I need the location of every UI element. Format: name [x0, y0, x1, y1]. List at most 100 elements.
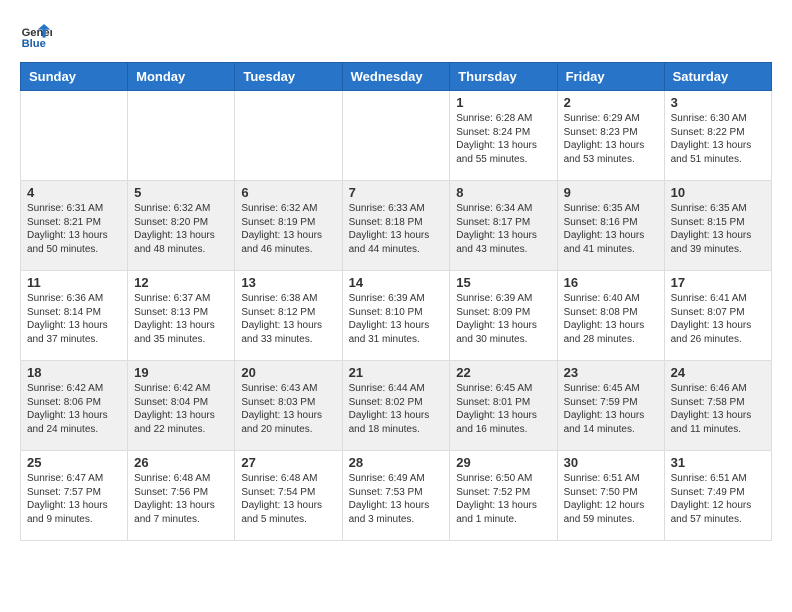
weekday-header-thursday: Thursday [450, 63, 557, 91]
calendar-cell: 2 Sunrise: 6:29 AM Sunset: 8:23 PM Daylig… [557, 91, 664, 181]
day-number: 23 [564, 365, 658, 380]
calendar-cell: 30 Sunrise: 6:51 AM Sunset: 7:50 PM Dayli… [557, 451, 664, 541]
calendar-cell: 25Sunrise: 6:47 AM Sunset: 7:57 PM Dayli… [21, 451, 128, 541]
weekday-header-row: SundayMondayTuesdayWednesdayThursdayFrid… [21, 63, 772, 91]
day-number: 21 [349, 365, 444, 380]
day-info: Sunrise: 6:30 AM Sunset: 8:22 PM Dayligh… [671, 112, 765, 166]
calendar-cell: 29 Sunrise: 6:50 AM Sunset: 7:52 PM Dayli… [450, 451, 557, 541]
calendar-cell [21, 91, 128, 181]
logo: General Blue [20, 20, 52, 52]
day-info: Sunrise: 6:43 AM Sunset: 8:03 PM Dayligh… [241, 382, 335, 436]
day-info: Sunrise: 6:41 AM Sunset: 8:07 PM Dayligh… [671, 292, 765, 346]
calendar-cell: 20 Sunrise: 6:43 AM Sunset: 8:03 PM Dayli… [235, 361, 342, 451]
day-info: Sunrise: 6:45 AM Sunset: 8:01 PM Dayligh… [456, 382, 550, 436]
day-number: 7 [349, 185, 444, 200]
page-header: General Blue [20, 20, 772, 52]
day-info: Sunrise: 6:49 AM Sunset: 7:53 PM Dayligh… [349, 472, 444, 526]
calendar-cell: 16 Sunrise: 6:40 AM Sunset: 8:08 PM Dayli… [557, 271, 664, 361]
weekday-header-saturday: Saturday [664, 63, 771, 91]
day-info: Sunrise: 6:29 AM Sunset: 8:23 PM Dayligh… [564, 112, 658, 166]
day-info: Sunrise: 6:45 AM Sunset: 7:59 PM Dayligh… [564, 382, 658, 436]
day-number: 30 [564, 455, 658, 470]
calendar-cell: 7 Sunrise: 6:33 AM Sunset: 8:18 PM Daylig… [342, 181, 450, 271]
day-number: 10 [671, 185, 765, 200]
day-info: Sunrise: 6:48 AM Sunset: 7:54 PM Dayligh… [241, 472, 335, 526]
calendar-cell [128, 91, 235, 181]
calendar-cell: 17 Sunrise: 6:41 AM Sunset: 8:07 PM Dayli… [664, 271, 771, 361]
calendar-cell: 27Sunrise: 6:48 AM Sunset: 7:54 PM Dayli… [235, 451, 342, 541]
calendar-cell: 10 Sunrise: 6:35 AM Sunset: 8:15 PM Dayli… [664, 181, 771, 271]
day-number: 2 [564, 95, 658, 110]
day-number: 13 [241, 275, 335, 290]
day-number: 4 [27, 185, 121, 200]
day-info: Sunrise: 6:39 AM Sunset: 8:09 PM Dayligh… [456, 292, 550, 346]
day-number: 3 [671, 95, 765, 110]
day-number: 19 [134, 365, 228, 380]
calendar-cell: 18 Sunrise: 6:42 AM Sunset: 8:06 PM Dayli… [21, 361, 128, 451]
weekday-header-tuesday: Tuesday [235, 63, 342, 91]
day-number: 6 [241, 185, 335, 200]
calendar-cell [342, 91, 450, 181]
day-number: 5 [134, 185, 228, 200]
day-info: Sunrise: 6:36 AM Sunset: 8:14 PM Dayligh… [27, 292, 121, 346]
calendar-row-2: 11 Sunrise: 6:36 AM Sunset: 8:14 PM Dayli… [21, 271, 772, 361]
day-info: Sunrise: 6:48 AM Sunset: 7:56 PM Dayligh… [134, 472, 228, 526]
day-number: 28 [349, 455, 444, 470]
calendar-cell [235, 91, 342, 181]
day-number: 29 [456, 455, 550, 470]
day-info: Sunrise: 6:33 AM Sunset: 8:18 PM Dayligh… [349, 202, 444, 256]
day-number: 1 [456, 95, 550, 110]
day-info: Sunrise: 6:35 AM Sunset: 8:16 PM Dayligh… [564, 202, 658, 256]
calendar-cell: 8Sunrise: 6:34 AM Sunset: 8:17 PM Daylig… [450, 181, 557, 271]
logo-icon: General Blue [20, 20, 52, 52]
calendar-cell: 5 Sunrise: 6:32 AM Sunset: 8:20 PM Daylig… [128, 181, 235, 271]
day-info: Sunrise: 6:42 AM Sunset: 8:06 PM Dayligh… [27, 382, 121, 436]
calendar-cell: 3 Sunrise: 6:30 AM Sunset: 8:22 PM Daylig… [664, 91, 771, 181]
day-number: 14 [349, 275, 444, 290]
calendar-cell: 26Sunrise: 6:48 AM Sunset: 7:56 PM Dayli… [128, 451, 235, 541]
day-number: 20 [241, 365, 335, 380]
day-info: Sunrise: 6:51 AM Sunset: 7:49 PM Dayligh… [671, 472, 765, 526]
calendar-cell: 23 Sunrise: 6:45 AM Sunset: 7:59 PM Dayli… [557, 361, 664, 451]
day-info: Sunrise: 6:40 AM Sunset: 8:08 PM Dayligh… [564, 292, 658, 346]
svg-text:Blue: Blue [22, 38, 46, 50]
calendar-row-0: 1 Sunrise: 6:28 AM Sunset: 8:24 PM Daylig… [21, 91, 772, 181]
calendar-table: SundayMondayTuesdayWednesdayThursdayFrid… [20, 62, 772, 541]
day-info: Sunrise: 6:35 AM Sunset: 8:15 PM Dayligh… [671, 202, 765, 256]
calendar-cell: 1 Sunrise: 6:28 AM Sunset: 8:24 PM Daylig… [450, 91, 557, 181]
day-number: 8 [456, 185, 550, 200]
day-info: Sunrise: 6:39 AM Sunset: 8:10 PM Dayligh… [349, 292, 444, 346]
calendar-cell: 6Sunrise: 6:32 AM Sunset: 8:19 PM Daylig… [235, 181, 342, 271]
calendar-cell: 4 Sunrise: 6:31 AM Sunset: 8:21 PM Daylig… [21, 181, 128, 271]
day-info: Sunrise: 6:42 AM Sunset: 8:04 PM Dayligh… [134, 382, 228, 436]
calendar-cell: 9Sunrise: 6:35 AM Sunset: 8:16 PM Daylig… [557, 181, 664, 271]
day-number: 31 [671, 455, 765, 470]
weekday-header-monday: Monday [128, 63, 235, 91]
day-number: 18 [27, 365, 121, 380]
day-info: Sunrise: 6:37 AM Sunset: 8:13 PM Dayligh… [134, 292, 228, 346]
day-info: Sunrise: 6:38 AM Sunset: 8:12 PM Dayligh… [241, 292, 335, 346]
day-number: 12 [134, 275, 228, 290]
day-info: Sunrise: 6:50 AM Sunset: 7:52 PM Dayligh… [456, 472, 550, 526]
day-number: 24 [671, 365, 765, 380]
day-info: Sunrise: 6:31 AM Sunset: 8:21 PM Dayligh… [27, 202, 121, 256]
day-info: Sunrise: 6:46 AM Sunset: 7:58 PM Dayligh… [671, 382, 765, 436]
calendar-cell: 31 Sunrise: 6:51 AM Sunset: 7:49 PM Dayli… [664, 451, 771, 541]
day-info: Sunrise: 6:51 AM Sunset: 7:50 PM Dayligh… [564, 472, 658, 526]
calendar-cell: 15 Sunrise: 6:39 AM Sunset: 8:09 PM Dayli… [450, 271, 557, 361]
day-number: 11 [27, 275, 121, 290]
day-info: Sunrise: 6:32 AM Sunset: 8:20 PM Dayligh… [134, 202, 228, 256]
day-number: 15 [456, 275, 550, 290]
day-info: Sunrise: 6:44 AM Sunset: 8:02 PM Dayligh… [349, 382, 444, 436]
day-number: 16 [564, 275, 658, 290]
calendar-cell: 13 Sunrise: 6:38 AM Sunset: 8:12 PM Dayli… [235, 271, 342, 361]
calendar-cell: 12 Sunrise: 6:37 AM Sunset: 8:13 PM Dayli… [128, 271, 235, 361]
day-info: Sunrise: 6:28 AM Sunset: 8:24 PM Dayligh… [456, 112, 550, 166]
day-info: Sunrise: 6:47 AM Sunset: 7:57 PM Dayligh… [27, 472, 121, 526]
calendar-cell: 22Sunrise: 6:45 AM Sunset: 8:01 PM Dayli… [450, 361, 557, 451]
day-number: 17 [671, 275, 765, 290]
calendar-cell: 11 Sunrise: 6:36 AM Sunset: 8:14 PM Dayli… [21, 271, 128, 361]
calendar-cell: 19 Sunrise: 6:42 AM Sunset: 8:04 PM Dayli… [128, 361, 235, 451]
weekday-header-wednesday: Wednesday [342, 63, 450, 91]
weekday-header-friday: Friday [557, 63, 664, 91]
